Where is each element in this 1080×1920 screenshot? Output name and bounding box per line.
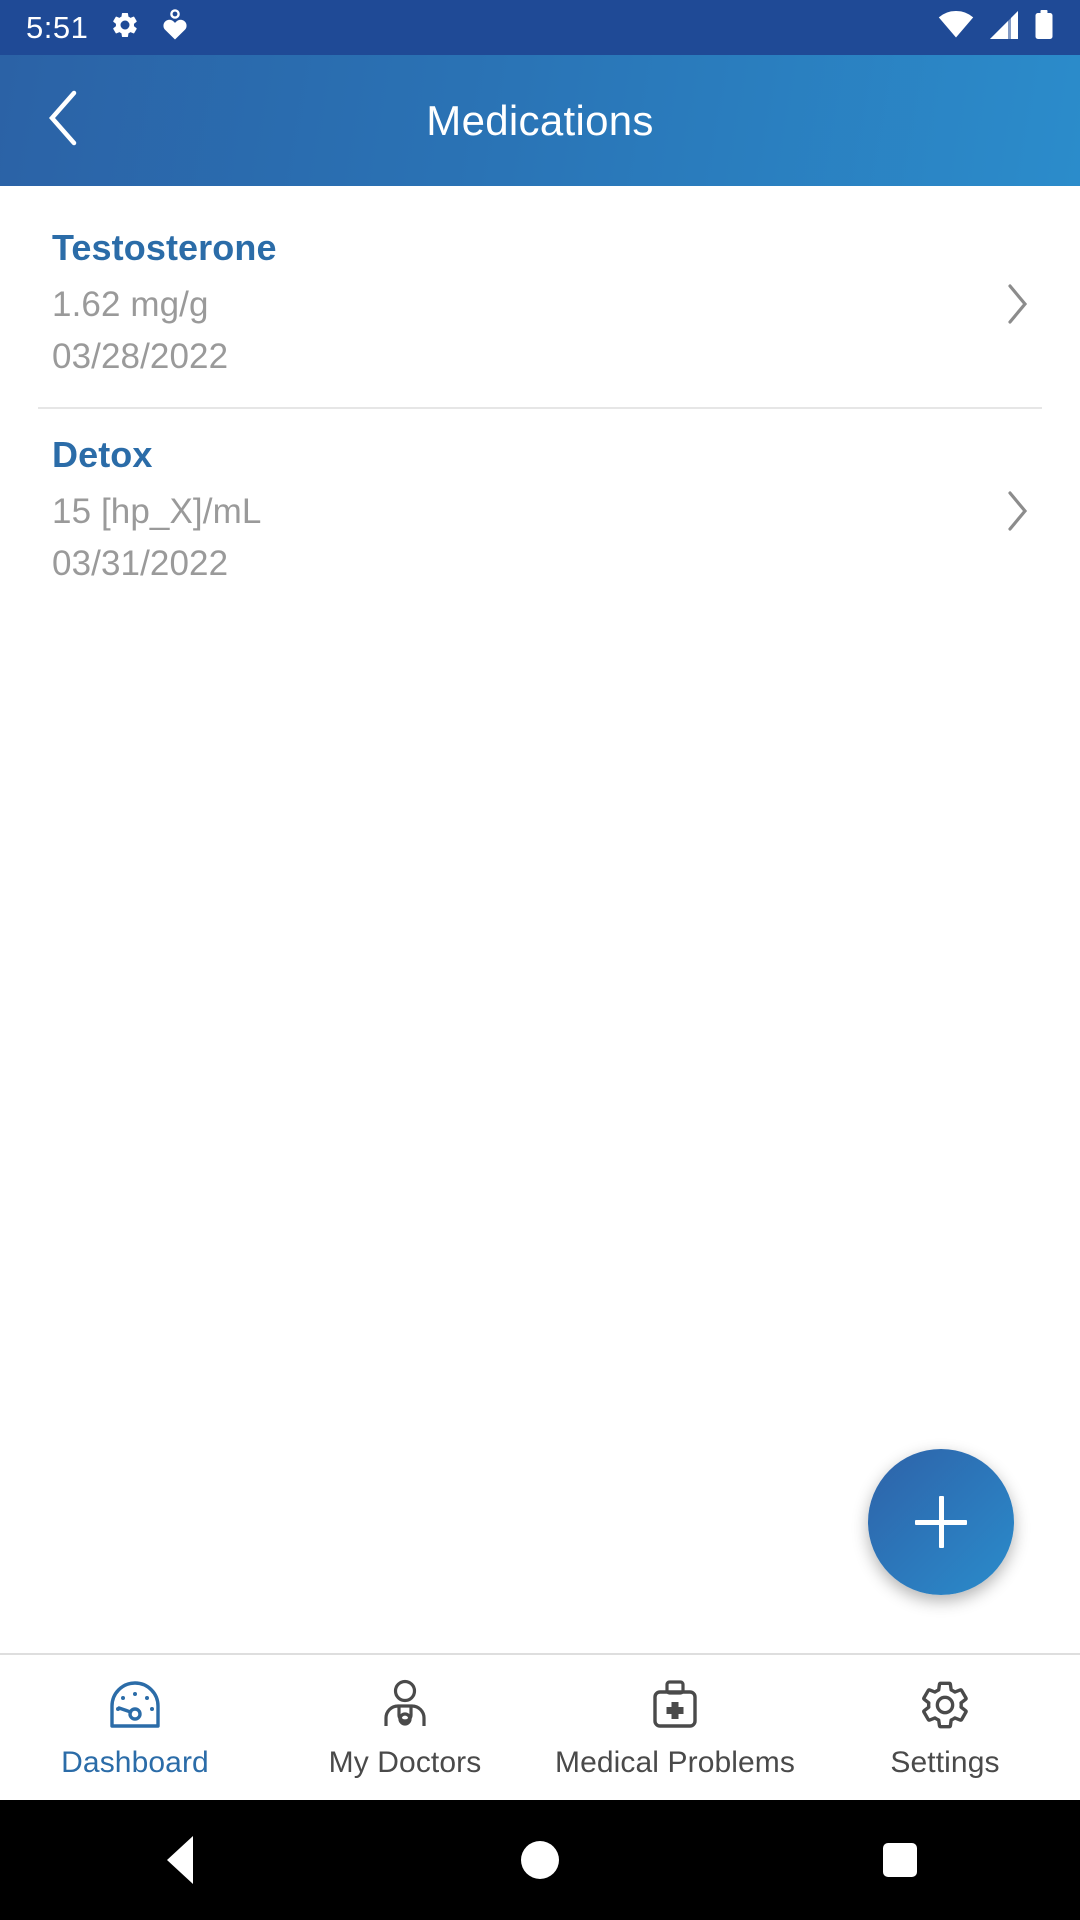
nav-tab-settings[interactable]: Settings bbox=[810, 1655, 1080, 1800]
medication-dose: 1.62 mg/g bbox=[52, 284, 209, 324]
medical-kit-icon bbox=[648, 1676, 702, 1734]
plus-icon bbox=[915, 1496, 967, 1548]
wifi-icon bbox=[938, 10, 974, 44]
nav-tab-label: Settings bbox=[890, 1745, 1000, 1779]
add-medication-button[interactable] bbox=[868, 1449, 1014, 1595]
doctor-icon bbox=[378, 1676, 432, 1734]
status-bar-left: 5:51 bbox=[26, 9, 188, 46]
nav-tab-label: Dashboard bbox=[61, 1745, 209, 1779]
nav-tab-dashboard[interactable]: Dashboard bbox=[0, 1655, 270, 1800]
app-root: 5:51 Medications Testosterone 1.62 mg/g … bbox=[0, 0, 1080, 1920]
list-item[interactable]: Testosterone 1.62 mg/g 03/28/2022 bbox=[0, 200, 1080, 407]
chevron-left-icon bbox=[42, 87, 86, 154]
page-title: Medications bbox=[426, 96, 654, 144]
cellular-signal-icon bbox=[988, 11, 1020, 44]
system-recents-button[interactable] bbox=[825, 1800, 975, 1920]
status-bar: 5:51 bbox=[0, 0, 1080, 55]
home-circle-icon bbox=[521, 1841, 559, 1879]
heart-health-icon bbox=[162, 9, 188, 46]
gear-icon bbox=[918, 1676, 972, 1734]
medication-list: Testosterone 1.62 mg/g 03/28/2022 Detox … bbox=[0, 186, 1080, 614]
nav-tab-medical-problems[interactable]: Medical Problems bbox=[540, 1655, 810, 1800]
status-time: 5:51 bbox=[26, 10, 89, 45]
nav-tab-my-doctors[interactable]: My Doctors bbox=[270, 1655, 540, 1800]
medication-name: Detox bbox=[52, 434, 153, 476]
list-item[interactable]: Detox 15 [hp_X]/mL 03/31/2022 bbox=[0, 407, 1080, 614]
battery-icon bbox=[1034, 10, 1054, 45]
medication-name: Testosterone bbox=[52, 227, 277, 268]
system-back-button[interactable] bbox=[105, 1800, 255, 1920]
app-bar: Medications bbox=[0, 55, 1080, 186]
medication-date: 03/31/2022 bbox=[52, 544, 229, 584]
medication-date: 03/28/2022 bbox=[52, 336, 229, 376]
back-triangle-icon bbox=[167, 1836, 193, 1884]
bottom-navigation: Dashboard My Doctors Medical Problems Se… bbox=[0, 1653, 1080, 1800]
system-home-button[interactable] bbox=[465, 1800, 615, 1920]
medication-dose: 15 [hp_X]/mL bbox=[52, 491, 262, 531]
chevron-right-icon[interactable] bbox=[994, 281, 1040, 327]
nav-tab-label: Medical Problems bbox=[554, 1745, 796, 1779]
status-bar-right bbox=[938, 10, 1054, 45]
back-button[interactable] bbox=[22, 79, 106, 163]
content-area: Testosterone 1.62 mg/g 03/28/2022 Detox … bbox=[0, 186, 1080, 1653]
recents-square-icon bbox=[883, 1843, 917, 1877]
gear-icon bbox=[110, 10, 140, 45]
chevron-right-icon[interactable] bbox=[994, 488, 1040, 534]
speedometer-icon bbox=[106, 1676, 164, 1734]
nav-tab-label: My Doctors bbox=[328, 1745, 482, 1779]
android-system-nav bbox=[0, 1800, 1080, 1920]
